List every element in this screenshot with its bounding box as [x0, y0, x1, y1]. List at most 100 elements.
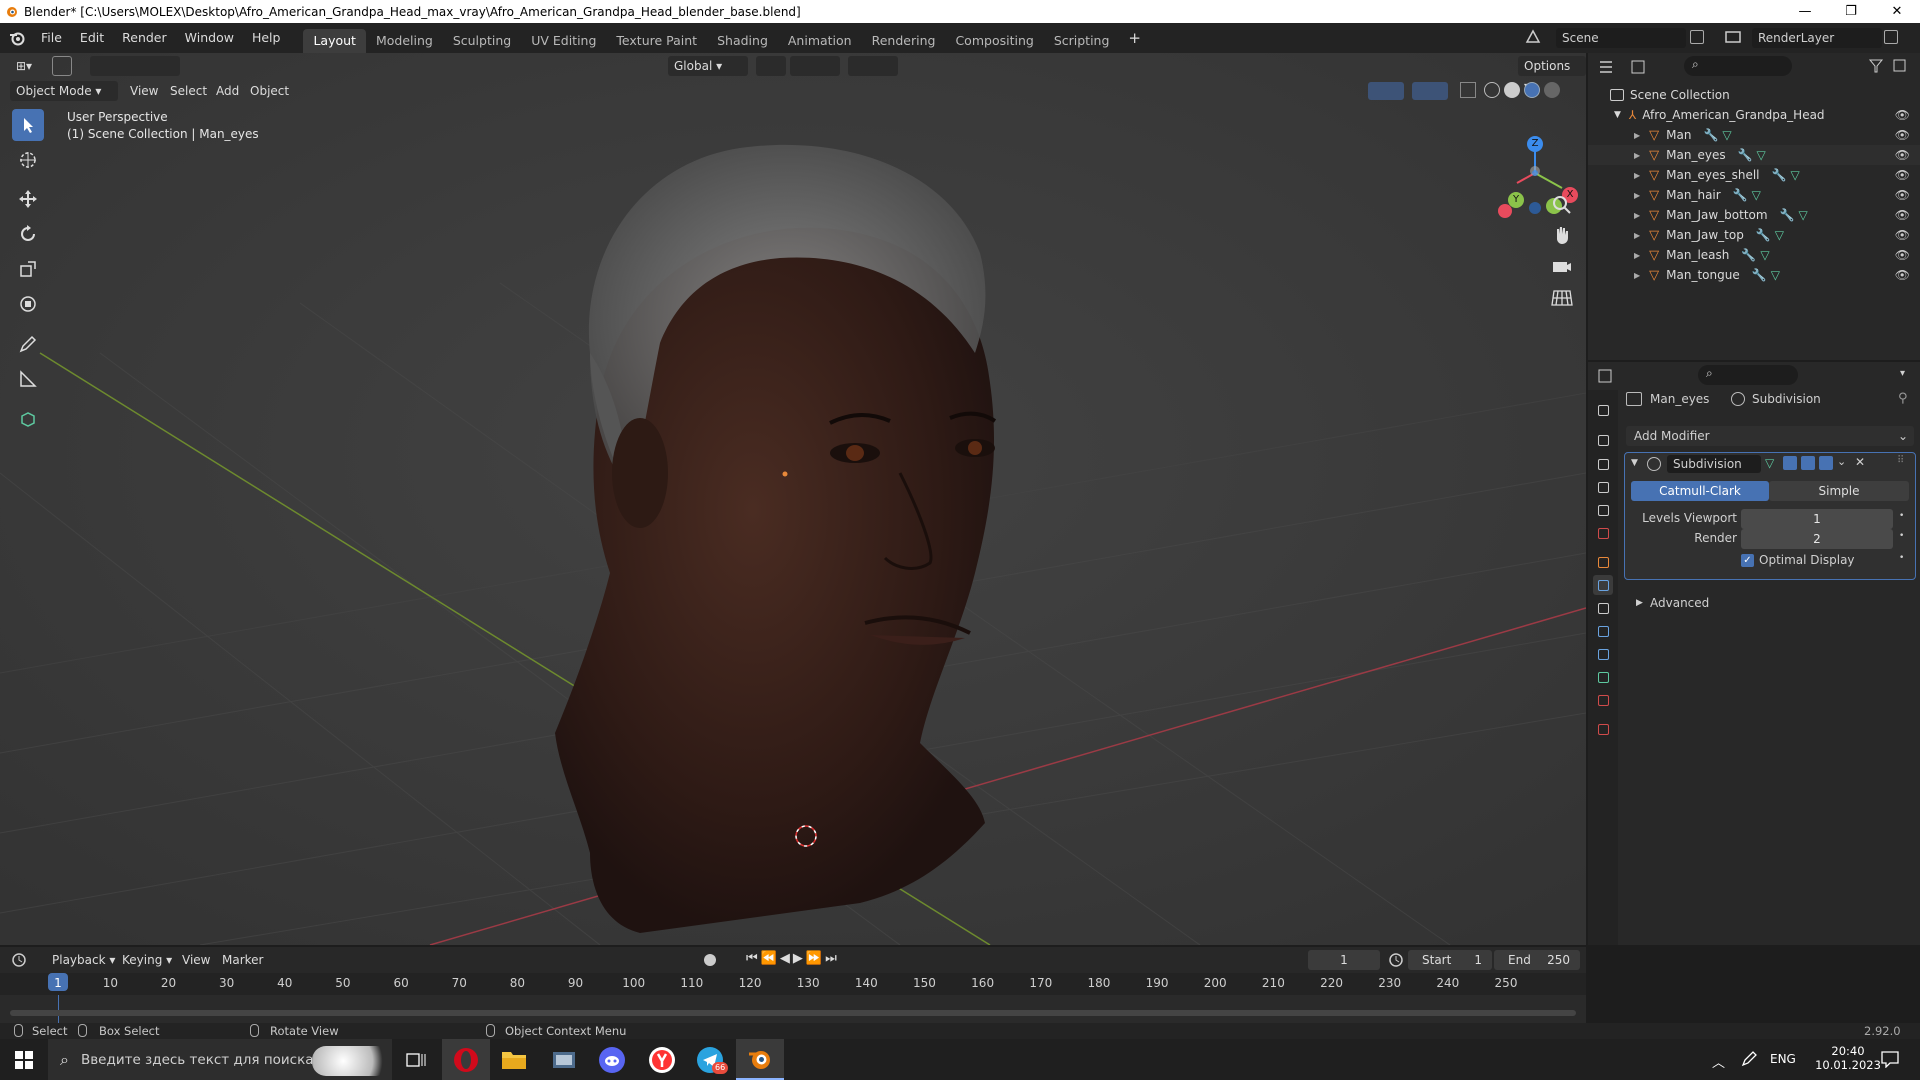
pen-icon[interactable]: [1740, 1050, 1758, 1068]
add-cube-tool[interactable]: [12, 403, 44, 435]
texture-tab[interactable]: [1593, 719, 1613, 739]
outliner-object-row[interactable]: ▶ ▽ Man_hair 🔧 ▽ 👁: [1588, 185, 1920, 205]
wrench-modifier-icon[interactable]: 🔧: [1756, 228, 1771, 242]
select-box-tool[interactable]: [12, 109, 44, 141]
keyframe-area[interactable]: [0, 995, 1586, 1023]
tab-texture-paint[interactable]: Texture Paint: [606, 29, 707, 53]
end-frame-field[interactable]: End 250: [1494, 950, 1580, 970]
menu-edit[interactable]: Edit: [71, 23, 113, 53]
wrench-modifier-icon[interactable]: 🔧: [1703, 128, 1718, 142]
modifier-menu-chevron-icon[interactable]: ⌄: [1837, 455, 1846, 468]
playback-controls[interactable]: ⏮⏪◀▶⏩⏭: [746, 951, 840, 966]
remove-modifier-icon[interactable]: ✕: [1855, 455, 1865, 469]
discord-taskbar-app[interactable]: [588, 1039, 636, 1080]
3d-viewport[interactable]: ⊞▾ Global ▾ Options ▾ Object Mode ▾ View…: [0, 53, 1586, 945]
render-tab[interactable]: [1593, 430, 1613, 450]
blender-taskbar-app[interactable]: [736, 1039, 784, 1080]
new-render-layer-icon[interactable]: [1884, 30, 1898, 44]
tab-rendering[interactable]: Rendering: [862, 29, 946, 53]
menu-render[interactable]: Render: [113, 23, 176, 53]
material-tab[interactable]: [1593, 690, 1613, 710]
mesh-data-icon[interactable]: ▽: [1775, 228, 1784, 242]
show-hidden-icons-chevron[interactable]: ︿: [1712, 1052, 1725, 1071]
rendered-shading-icon[interactable]: [1544, 82, 1560, 98]
camera-view-icon[interactable]: [1550, 254, 1574, 278]
mesh-data-icon[interactable]: ▽: [1757, 148, 1766, 162]
tab-uv-editing[interactable]: UV Editing: [521, 29, 606, 53]
view-layer-tab[interactable]: [1593, 477, 1613, 497]
blender-menu-icon[interactable]: [8, 30, 26, 46]
snap-icon[interactable]: [790, 56, 840, 76]
edit-mode-toggle-icon[interactable]: ▽: [1765, 456, 1779, 470]
tab-modeling[interactable]: Modeling: [366, 29, 443, 53]
visibility-eye-icon[interactable]: 👁: [1895, 228, 1910, 242]
levels-viewport-field[interactable]: 1: [1741, 509, 1893, 529]
collapse-arrow-icon[interactable]: ▼: [1614, 110, 1621, 120]
visibility-eye-icon[interactable]: 👁: [1895, 108, 1910, 122]
wrench-modifier-icon[interactable]: 🔧: [1741, 248, 1756, 262]
expand-arrow-icon[interactable]: ▶: [1634, 231, 1640, 240]
rotate-tool[interactable]: [12, 218, 44, 250]
tab-shading[interactable]: Shading: [707, 29, 778, 53]
scene-tab[interactable]: [1593, 500, 1613, 520]
outliner-scene-collection[interactable]: Scene Collection: [1588, 85, 1920, 105]
taskbar-clock[interactable]: 20:40 10.01.2023: [1808, 1044, 1888, 1072]
advanced-expand-arrow-icon[interactable]: ▶: [1636, 598, 1643, 608]
outliner-object-row[interactable]: ▶ ▽ Man 🔧 ▽ 👁: [1588, 125, 1920, 145]
physics-tab[interactable]: [1593, 621, 1613, 641]
outliner-object-row[interactable]: ▶ ▽ Man_leash 🔧 ▽ 👁: [1588, 245, 1920, 265]
expand-arrow-icon[interactable]: ▶: [1634, 271, 1640, 280]
visibility-toggle-icon[interactable]: [1330, 82, 1360, 100]
pan-hand-icon[interactable]: [1550, 223, 1574, 247]
particles-tab[interactable]: [1593, 598, 1613, 618]
menu-playback[interactable]: Playback ▾: [46, 950, 121, 970]
mesh-data-icon[interactable]: ▽: [1722, 128, 1731, 142]
menu-window[interactable]: Window: [176, 23, 243, 53]
tab-scripting[interactable]: Scripting: [1044, 29, 1120, 53]
zoom-icon[interactable]: [1550, 193, 1574, 217]
menu-timeline-view[interactable]: View: [176, 950, 216, 970]
timeline-scrollbar[interactable]: [10, 1010, 1576, 1016]
optimal-display-checkbox[interactable]: ✓: [1741, 554, 1754, 567]
tool-tab[interactable]: [1593, 400, 1613, 420]
yandex-taskbar-app[interactable]: [638, 1039, 686, 1080]
new-scene-icon[interactable]: [1690, 30, 1704, 44]
transform-tool[interactable]: [12, 288, 44, 320]
catmull-clark-button[interactable]: Catmull-Clark: [1631, 481, 1769, 501]
perspective-toggle-icon[interactable]: [1550, 285, 1574, 309]
head-model[interactable]: [555, 144, 997, 933]
expand-arrow-icon[interactable]: ▶: [1634, 191, 1640, 200]
overlay-toggle-icon[interactable]: [1412, 82, 1448, 100]
outliner-object-row[interactable]: ▶ ▽ Man_tongue 🔧 ▽ 👁: [1588, 265, 1920, 285]
editor-type-icon[interactable]: ⊞▾: [10, 56, 38, 76]
simple-button[interactable]: Simple: [1769, 481, 1909, 501]
drag-handle-icon[interactable]: ⠿: [1897, 455, 1904, 466]
current-frame-field[interactable]: 1: [1308, 950, 1380, 970]
expand-arrow-icon[interactable]: ▶: [1634, 171, 1640, 180]
minimize-button[interactable]: —: [1782, 0, 1828, 23]
start-frame-field[interactable]: Start 1: [1408, 950, 1492, 970]
wrench-modifier-icon[interactable]: 🔧: [1738, 148, 1753, 162]
object-data-tab[interactable]: [1593, 667, 1613, 687]
pin-icon[interactable]: ⚲: [1898, 391, 1908, 406]
properties-editor-type[interactable]: [1596, 366, 1624, 386]
menu-file[interactable]: File: [32, 23, 71, 53]
input-language[interactable]: ENG: [1770, 1052, 1796, 1066]
render-layer-selector[interactable]: RenderLayer: [1752, 28, 1882, 48]
scale-tool[interactable]: [12, 253, 44, 285]
wrench-modifier-icon[interactable]: 🔧: [1772, 168, 1787, 182]
clock-icon[interactable]: [1388, 952, 1404, 968]
material-shading-icon[interactable]: [1524, 82, 1540, 98]
mesh-data-icon[interactable]: ▽: [1771, 268, 1780, 282]
outliner-object-row[interactable]: ▶ ▽ Man_eyes 🔧 ▽ 👁: [1588, 145, 1920, 165]
menu-object[interactable]: Object: [244, 81, 295, 101]
cursor-tool[interactable]: [12, 144, 44, 176]
wrench-modifier-icon[interactable]: 🔧: [1780, 208, 1795, 222]
restore-button[interactable]: ❐: [1828, 0, 1874, 23]
outliner-editor-type[interactable]: [1596, 57, 1656, 77]
telegram-taskbar-app[interactable]: [686, 1039, 734, 1080]
opera-taskbar-app[interactable]: [442, 1039, 490, 1080]
modifier-name-field[interactable]: Subdivision: [1667, 455, 1761, 473]
options-dropdown[interactable]: Options ▾: [1518, 56, 1586, 93]
scene-selector[interactable]: Scene: [1556, 28, 1686, 48]
